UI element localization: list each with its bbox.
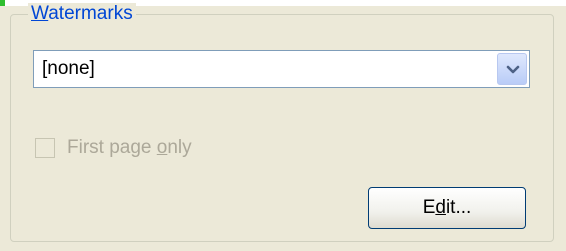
edit-button-label-pre: E — [422, 197, 436, 218]
green-accent — [0, 0, 5, 6]
chevron-down-icon — [506, 65, 520, 74]
watermarks-panel: Watermarks [none] First page only Edit..… — [0, 0, 566, 251]
first-page-only-label-post: nly — [167, 137, 192, 158]
watermarks-title-post: atermarks — [48, 3, 133, 24]
watermark-select-value: [none] — [42, 58, 95, 79]
watermarks-title-mnemonic: W — [31, 3, 49, 24]
first-page-only-label-mnemonic: o — [156, 137, 168, 158]
first-page-only-label-pre: First page — [67, 137, 157, 158]
edit-button[interactable]: Edit... — [368, 187, 526, 229]
dropdown-arrow-button[interactable] — [497, 53, 527, 85]
edit-button-label-post: it... — [445, 197, 472, 218]
edit-button-label-mnemonic: d — [435, 197, 446, 218]
first-page-only-label: First page only — [67, 137, 192, 159]
watermarks-title: Watermarks — [28, 3, 136, 25]
first-page-only-checkbox[interactable] — [35, 138, 55, 158]
watermark-select[interactable]: [none] — [33, 50, 530, 88]
